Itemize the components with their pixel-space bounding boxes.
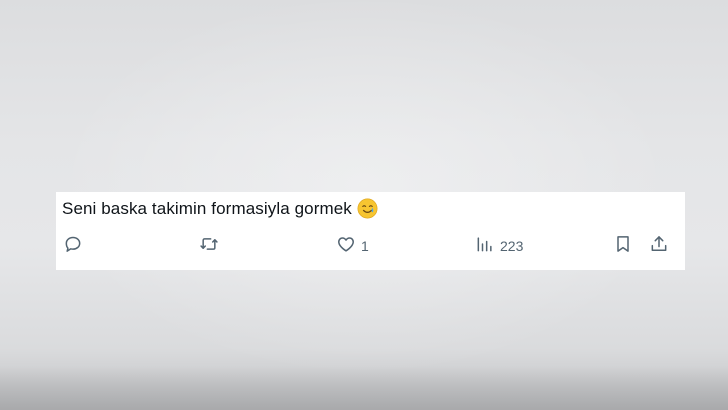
heart-icon	[336, 234, 356, 259]
tweet-text: Seni baska takimin formasiyla gormek	[62, 198, 352, 218]
like-button[interactable]: 1	[336, 232, 369, 260]
retweet-button[interactable]	[199, 232, 224, 260]
reply-icon	[63, 234, 83, 259]
like-count: 1	[361, 238, 369, 254]
tweet-card: Seni baska takimin formasiyla gormek 1 2…	[56, 192, 685, 270]
bookmark-icon	[613, 234, 633, 259]
retweet-icon	[199, 234, 219, 259]
views-chart-icon	[475, 234, 495, 259]
share-button[interactable]	[649, 232, 669, 260]
views-count: 223	[500, 238, 524, 254]
views-button[interactable]: 223	[475, 232, 523, 260]
tweet-text-row: Seni baska takimin formasiyla gormek	[62, 198, 378, 219]
bookmark-button[interactable]	[613, 232, 633, 260]
background-bottom-band	[0, 366, 728, 410]
smiling-face-with-tear-icon	[357, 198, 378, 219]
reply-button[interactable]	[63, 232, 88, 260]
tweet-actions-bar: 1 223	[56, 232, 685, 260]
share-icon	[649, 234, 669, 259]
